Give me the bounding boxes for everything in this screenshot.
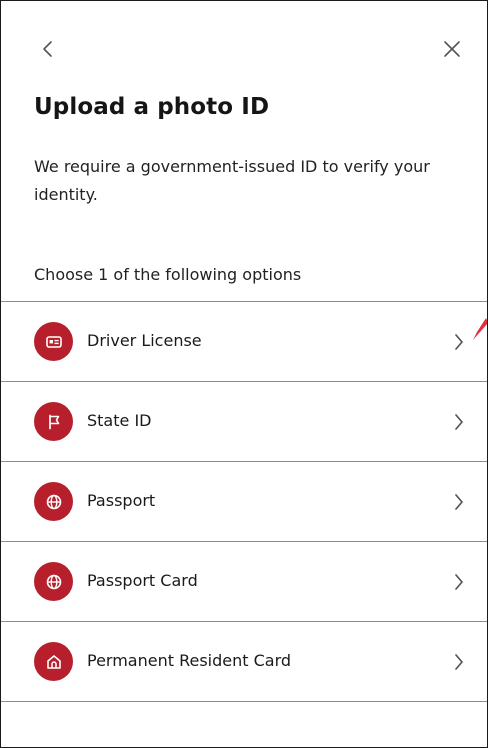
option-label: Permanent Resident Card <box>87 651 292 670</box>
option-passport-card[interactable]: Passport Card <box>1 542 487 622</box>
page-title: Upload a photo ID <box>34 94 270 120</box>
globe-icon <box>46 494 61 509</box>
option-state-id[interactable]: State ID <box>1 382 487 462</box>
chevron-right-icon <box>449 331 469 353</box>
driver-license-badge <box>34 322 73 361</box>
passport-badge <box>34 482 73 521</box>
option-label: State ID <box>87 411 152 430</box>
option-driver-license[interactable]: Driver License <box>1 302 487 382</box>
option-label: Driver License <box>87 331 202 350</box>
globe-icon <box>46 574 61 589</box>
chevron-right-icon <box>449 651 469 673</box>
chevron-right-icon <box>449 571 469 593</box>
option-label: Passport <box>87 491 156 510</box>
pointer-arrow-icon <box>473 318 487 340</box>
option-label: Passport Card <box>87 571 198 590</box>
close-button[interactable] <box>434 31 470 67</box>
upload-photo-id-dialog: Upload a photo ID We require a governmen… <box>0 0 488 748</box>
back-button[interactable] <box>30 31 66 67</box>
chevron-right-icon <box>449 491 469 513</box>
chevron-right-icon <box>449 411 469 433</box>
close-icon <box>444 41 460 57</box>
option-permanent-resident-card[interactable]: Permanent Resident Card <box>1 622 487 702</box>
id-options-list: Driver License State ID Passport Passpor… <box>1 301 487 702</box>
option-passport[interactable]: Passport <box>1 462 487 542</box>
top-nav <box>1 31 487 67</box>
id-card-icon <box>45 335 62 348</box>
flag-icon <box>48 414 59 429</box>
home-icon <box>46 654 61 669</box>
permanent-resident-card-badge <box>34 642 73 681</box>
passport-card-badge <box>34 562 73 601</box>
options-instruction: Choose 1 of the following options <box>34 265 302 284</box>
state-id-badge <box>34 402 73 441</box>
page-description: We require a government-issued ID to ver… <box>34 157 430 204</box>
chevron-left-icon <box>43 41 52 57</box>
